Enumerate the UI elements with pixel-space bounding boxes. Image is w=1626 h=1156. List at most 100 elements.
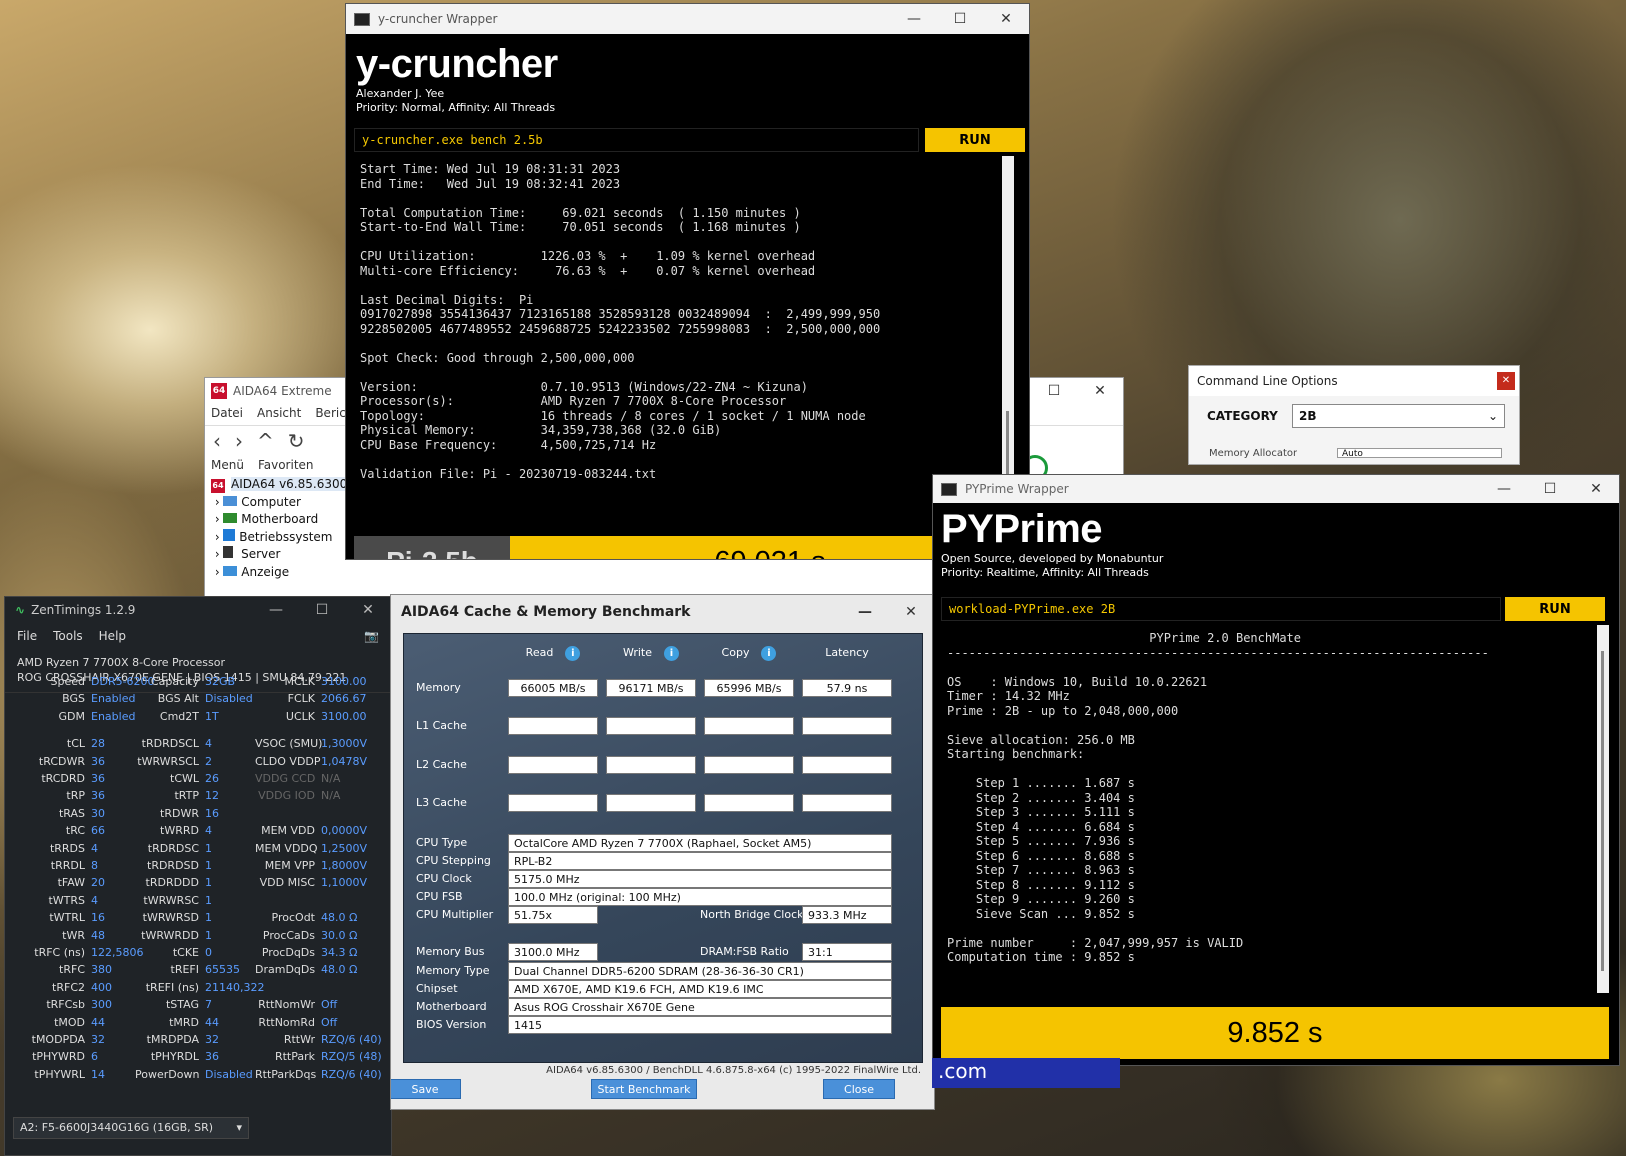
clo-category-select[interactable]: 2B ⌄ <box>1292 404 1505 428</box>
py-line: Prime : 2B - up to 2,048,000,000 <box>947 703 1179 718</box>
menu-tools[interactable]: Tools <box>53 629 83 645</box>
timing-label: VDDG CCD <box>255 772 316 785</box>
menu-file[interactable]: File <box>17 629 37 645</box>
pyprime-scrollbar[interactable] <box>1597 625 1609 993</box>
forward-icon[interactable]: › <box>235 429 243 453</box>
timing-label: tMOD <box>54 1015 85 1029</box>
header-latency: Latency <box>825 646 869 659</box>
minimize-icon[interactable]: — <box>253 602 299 618</box>
tree-root-label: AIDA64 v6.85.6300 <box>231 477 348 491</box>
timing-label: MEM VPP <box>264 859 315 872</box>
minimize-icon[interactable]: — <box>1481 481 1527 497</box>
close-icon[interactable]: ✕ <box>888 604 934 620</box>
py-line <box>947 762 1591 777</box>
close-button[interactable]: Close <box>823 1079 895 1099</box>
py-line: PYPrime 2.0 BenchMate <box>947 631 1302 645</box>
scrollbar-thumb[interactable] <box>1601 651 1604 971</box>
timing-value: 0 <box>205 946 212 959</box>
timing-value: RZQ/5 (48) <box>321 1050 382 1064</box>
close-icon[interactable]: ✕ <box>1077 383 1123 399</box>
save-button[interactable]: Save <box>391 1079 461 1099</box>
menu-ansicht[interactable]: Ansicht <box>257 406 301 423</box>
tree-server-label: Server <box>241 547 281 561</box>
py-line <box>947 921 1591 936</box>
command-line-options-window: Command Line Options ✕ CATEGORY 2B ⌄ Mem… <box>1188 365 1520 465</box>
bench-value-cell <box>508 717 598 735</box>
timing-label: tWRWRDD <box>141 928 199 942</box>
ycruncher-command-input[interactable]: y-cruncher.exe bench 2.5b <box>354 128 919 152</box>
timing-label: VDDG IOD <box>258 789 315 803</box>
info-icon[interactable]: i <box>761 646 777 661</box>
timing-value: 1 <box>205 911 212 925</box>
minimize-icon[interactable]: — <box>891 11 937 27</box>
py-line: Sieve Scan ... 9.852 s <box>947 906 1135 921</box>
clo-title: Command Line Options <box>1197 374 1338 388</box>
info-icon[interactable]: i <box>664 646 680 661</box>
timing-label: tRDWR <box>160 806 199 820</box>
timing-value: 32 <box>205 1033 219 1046</box>
restore-icon[interactable]: ☐ <box>1031 383 1077 399</box>
clo-hidden-value[interactable]: Auto <box>1337 448 1502 458</box>
timing-value: 65535 <box>205 963 240 977</box>
timing-label: BGS Alt <box>157 692 199 706</box>
timing-value: 300 <box>91 998 112 1012</box>
start-benchmark-button[interactable]: Start Benchmark <box>591 1079 697 1099</box>
yc-line: Validation File: Pi - 20230719-083244.tx… <box>360 466 657 481</box>
py-line: Starting benchmark: <box>947 747 1085 761</box>
maximize-icon[interactable]: ☐ <box>299 602 345 618</box>
zentimings-dimm-select[interactable]: A2: F5-6600J3440G16G (16GB, SR) ▾ <box>13 1117 249 1139</box>
motherboard-icon <box>223 513 238 523</box>
py-line <box>947 718 1591 733</box>
timing-label: tRFC2 <box>52 980 85 994</box>
refresh-icon[interactable]: ↻ <box>288 429 305 453</box>
bench-value-cell: 65996 MB/s <box>704 679 794 697</box>
benchmark-footer: AIDA64 v6.85.6300 / BenchDLL 4.6.875.8-x… <box>546 1065 921 1076</box>
timing-value: 34.3 Ω <box>321 946 358 959</box>
ycruncher-console-output: Start Time: Wed Jul 19 08:31:31 2023 End … <box>354 156 1002 531</box>
close-icon[interactable]: ✕ <box>345 602 391 618</box>
pyprime-app-title: PYPrime <box>941 507 1103 551</box>
ycruncher-run-button[interactable]: RUN <box>925 128 1025 152</box>
tree-computer-label: Computer <box>241 494 301 509</box>
pyprime-run-button[interactable]: RUN <box>1505 597 1605 621</box>
benchmark-titlebar: AIDA64 Cache & Memory Benchmark — ✕ <box>391 595 934 629</box>
back-icon[interactable]: ‹ <box>213 429 221 453</box>
timing-label: RttNomWr <box>258 998 315 1012</box>
close-icon[interactable]: ✕ <box>983 11 1029 27</box>
timing-value: 30.0 Ω <box>321 928 358 942</box>
py-line: Timer : 14.32 MHz <box>947 689 1070 703</box>
info-label: Motherboard <box>416 1000 487 1013</box>
close-icon[interactable]: ✕ <box>1573 481 1619 497</box>
windows-icon <box>223 528 236 541</box>
menu-help[interactable]: Help <box>99 629 126 645</box>
yc-line: Start Time: Wed Jul 19 08:31:31 2023 <box>360 162 621 176</box>
info-icon[interactable]: i <box>565 646 581 661</box>
console-app-icon <box>354 12 370 26</box>
aida64-small-icon: 64 <box>211 479 225 493</box>
timing-value: 4 <box>205 824 212 838</box>
info-label: Chipset <box>416 982 458 995</box>
menu-datei[interactable]: Datei <box>211 406 243 423</box>
up-icon[interactable]: ^ <box>257 429 274 453</box>
timing-label: tSTAG <box>165 998 199 1012</box>
yc-line <box>360 365 996 380</box>
clo-hidden-label: Memory Allocator <box>1209 448 1298 458</box>
timing-label: tRFC (ns) <box>34 946 85 959</box>
camera-icon[interactable]: 📷 <box>364 629 379 645</box>
timing-value: 48 <box>91 928 105 942</box>
timing-value: Enabled <box>91 692 136 706</box>
timing-value: 26 <box>205 772 219 785</box>
py-line: Step 7 ....... 8.963 s <box>947 863 1135 877</box>
minimize-icon[interactable]: — <box>842 604 888 620</box>
maximize-icon[interactable]: ☐ <box>937 11 983 27</box>
yc-line <box>360 452 996 467</box>
close-icon[interactable]: ✕ <box>1497 372 1515 390</box>
tab-favoriten[interactable]: Favoriten <box>258 458 314 472</box>
bench-row-label: L3 Cache <box>416 796 467 809</box>
tab-menu[interactable]: Menü <box>211 458 244 472</box>
maximize-icon[interactable]: ☐ <box>1527 481 1573 497</box>
timing-value: 2066.67 <box>321 692 367 706</box>
info-label: CPU Clock <box>416 872 472 885</box>
pyprime-command-input[interactable]: workload-PYPrime.exe 2B <box>941 597 1501 621</box>
pyprime-window: PYPrime Wrapper — ☐ ✕ PYPrime Open Sourc… <box>932 474 1620 1066</box>
